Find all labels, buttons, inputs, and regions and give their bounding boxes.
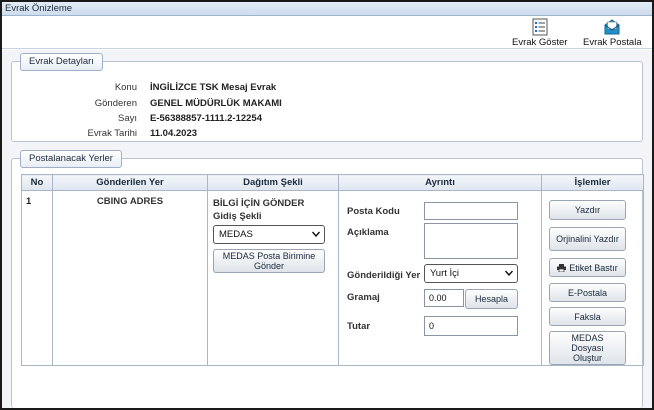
etiket-bastir-button[interactable]: Etiket Bastır	[549, 258, 626, 277]
sayi-label: Sayı	[117, 113, 137, 124]
evrak-postala-button[interactable]: Evrak Postala	[583, 18, 642, 48]
evrak-goster-label: Evrak Göster	[512, 37, 568, 48]
gramaj-label: Gramaj	[347, 292, 380, 303]
distribution-title: BİLGİ İÇİN GÖNDER	[213, 198, 305, 209]
aciklama-textarea[interactable]	[424, 223, 518, 259]
evrak-detaylari-section: Evrak Detayları Konu İNGİLİZCE TSK Mesaj…	[11, 53, 643, 142]
col-gonderilen-yer-header: Gönderilen Yer	[52, 174, 208, 191]
col-islemler-header: İşlemler	[541, 174, 644, 191]
gonderen-value: GENEL MÜDÜRLÜK MAKAMI	[150, 98, 282, 109]
postalanacak-yerler-legend: Postalanacak Yerler	[20, 150, 122, 168]
posta-kodu-input[interactable]	[424, 202, 518, 220]
e-postala-button[interactable]: E-Postala	[549, 283, 626, 302]
aciklama-label: Açıklama	[347, 227, 389, 238]
content-area: Evrak Detayları Konu İNGİLİZCE TSK Mesaj…	[2, 50, 652, 408]
tutar-input[interactable]	[424, 316, 518, 336]
medas-dosyasi-olustur-button[interactable]: MEDAS Dosyası Oluştur	[549, 331, 626, 365]
gramaj-input[interactable]	[424, 289, 464, 307]
row-no: 1	[26, 196, 32, 207]
send-method-value: MEDAS	[219, 229, 253, 240]
cell-actions: Yazdır Orjinalini Yazdır Etiket Bastır E…	[541, 190, 644, 366]
etiket-bastir-label: Etiket Bastır	[569, 262, 618, 273]
medas-posta-birimine-gonder-button[interactable]: MEDAS Posta Birimine Gönder	[213, 249, 325, 273]
cell-recipient: CBING ADRES	[52, 190, 208, 366]
evrak-tarihi-label: Evrak Tarihi	[87, 128, 137, 139]
sayi-value: E-56388857-1111.2-12254	[150, 113, 262, 124]
gonderen-label: Gönderen	[94, 98, 137, 109]
chevron-down-icon	[505, 270, 513, 276]
send-method-select[interactable]: MEDAS	[213, 225, 325, 244]
mail-envelope-icon	[602, 18, 622, 36]
toolbar: Evrak Göster Evrak Postala	[2, 16, 652, 49]
gonderildigi-yer-label: Gönderildiği Yer	[347, 270, 421, 281]
window-title: Evrak Önizleme	[5, 3, 73, 14]
cell-distribution: BİLGİ İÇİN GÖNDER Gidiş Şekli MEDAS MEDA…	[207, 190, 339, 366]
evrak-postala-label: Evrak Postala	[583, 37, 642, 48]
gonderildigi-yer-select[interactable]: Yurt İçi	[424, 264, 518, 283]
gonderildigi-yer-value: Yurt İçi	[430, 268, 460, 279]
tutar-label: Tutar	[347, 321, 371, 332]
chevron-down-icon	[312, 231, 320, 237]
konu-value: İNGİLİZCE TSK Mesaj Evrak	[150, 82, 277, 93]
evrak-tarihi-value: 11.04.2023	[150, 128, 198, 139]
yazdir-button[interactable]: Yazdır	[549, 200, 626, 220]
evrak-onizleme-window: Evrak Önizleme Evrak Göster Evrak Postal…	[0, 0, 654, 410]
col-ayrinti-header: Ayrıntı	[338, 174, 542, 191]
table-header-row: No Gönderilen Yer Dağıtım Şekli Ayrıntı …	[21, 174, 644, 191]
postalanacak-yerler-section: Postalanacak Yerler No Gönderilen Yer Da…	[11, 150, 644, 408]
table-row: 1 CBING ADRES BİLGİ İÇİN GÖNDER Gidiş Şe…	[21, 190, 644, 366]
printer-icon	[557, 263, 567, 272]
col-dagitim-sekli-header: Dağıtım Şekli	[207, 174, 339, 191]
send-method-label: Gidiş Şekli	[213, 211, 262, 222]
recipient-name: CBING ADRES	[96, 196, 164, 207]
postal-table: No Gönderilen Yer Dağıtım Şekli Ayrıntı …	[21, 174, 644, 366]
document-list-icon	[530, 18, 550, 36]
faksla-button[interactable]: Faksla	[549, 307, 626, 326]
col-no-header: No	[21, 174, 53, 191]
window-titlebar: Evrak Önizleme	[2, 2, 652, 16]
hesapla-button[interactable]: Hesapla	[465, 289, 518, 309]
cell-no: 1	[21, 190, 53, 366]
konu-label: Konu	[114, 82, 137, 93]
evrak-detaylari-legend: Evrak Detayları	[20, 53, 103, 71]
posta-kodu-label: Posta Kodu	[347, 206, 400, 217]
orjinalini-yazdir-button[interactable]: Orjinalini Yazdır	[549, 227, 626, 251]
cell-details: Posta Kodu Açıklama Gönderildiği Yer Yur…	[338, 190, 542, 366]
evrak-goster-button[interactable]: Evrak Göster	[512, 18, 567, 48]
